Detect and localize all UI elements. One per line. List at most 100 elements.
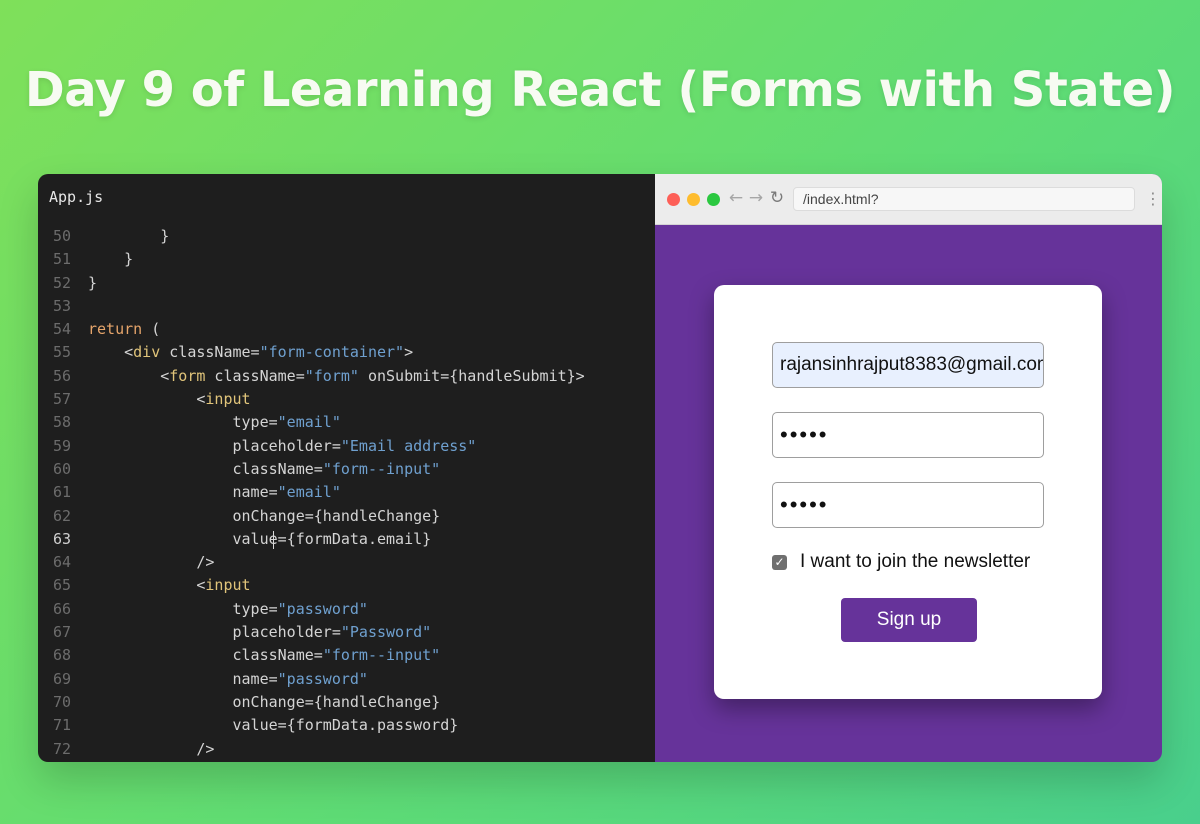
code-token: className= xyxy=(232,646,323,665)
code-line[interactable]: 55 <div className="form-container"> xyxy=(38,341,655,364)
line-number: 60 xyxy=(52,459,71,478)
code-text: <input xyxy=(88,390,250,408)
code-text: /> xyxy=(88,553,214,571)
code-text: className="form--input" xyxy=(88,460,441,478)
line-number: 52 xyxy=(52,273,71,292)
code-token: } xyxy=(124,250,134,269)
code-line[interactable]: 63 value={formData.email} xyxy=(38,528,655,551)
code-text: type="password" xyxy=(88,600,368,618)
maximize-window-button[interactable] xyxy=(707,193,720,206)
code-token: ( xyxy=(142,320,161,339)
line-number: 54 xyxy=(52,320,71,339)
code-line[interactable]: 64 /> xyxy=(38,551,655,574)
code-line[interactable]: 67 placeholder="Password" xyxy=(38,621,655,644)
code-token: "form--input" xyxy=(322,646,441,665)
line-number: 68 xyxy=(52,646,71,665)
code-text: /> xyxy=(88,740,214,758)
line-number: 58 xyxy=(52,413,71,432)
code-line[interactable]: 61 name="email" xyxy=(38,481,655,504)
file-tab[interactable]: App.js xyxy=(49,188,103,206)
code-token: className= xyxy=(160,343,260,362)
code-line[interactable]: 54 return ( xyxy=(38,318,655,341)
headline: Day 9 of Learning React (Forms with Stat… xyxy=(24,62,1176,118)
code-line[interactable]: 62 onChange={handleChange} xyxy=(38,505,655,528)
code-line[interactable]: 69 name="password" xyxy=(38,668,655,691)
code-text: className="form--input" xyxy=(88,646,441,665)
newsletter-label: I want to join the newsletter xyxy=(800,551,1031,572)
code-token: "Password" xyxy=(340,623,432,642)
line-number: 66 xyxy=(52,599,71,618)
code-line[interactable]: 50 } xyxy=(38,225,655,248)
code-token: className= xyxy=(205,366,305,385)
code-token: div xyxy=(133,343,161,362)
line-number: 61 xyxy=(52,483,71,502)
code-text: onChange={handleChange} xyxy=(88,693,441,711)
code-line[interactable]: 51 } xyxy=(38,248,655,271)
confirm-password-field[interactable]: ••••• xyxy=(772,482,1044,528)
code-line[interactable]: 56 <form className="form" onSubmit={hand… xyxy=(38,365,655,388)
code-line[interactable]: 57 <input xyxy=(38,388,655,411)
code-text: return ( xyxy=(88,320,160,338)
code-line[interactable]: 59 placeholder="Email address" xyxy=(38,435,655,458)
newsletter-checkbox[interactable]: ✓ xyxy=(772,555,787,570)
code-line[interactable]: 71 value={formData.password} xyxy=(38,714,655,737)
code-token: "form" xyxy=(304,366,359,385)
address-bar[interactable]: /index.html? xyxy=(793,187,1135,211)
kebab-menu-icon[interactable]: ⋮ xyxy=(1145,190,1161,208)
line-number: 59 xyxy=(52,436,71,455)
code-text: <form className="form" onSubmit={handleS… xyxy=(88,366,584,385)
code-line[interactable]: 66 type="password" xyxy=(38,598,655,621)
code-token: {formData.email} xyxy=(286,529,432,548)
email-field[interactable]: rajansinhrajput8383@gmail.com xyxy=(772,342,1044,388)
browser-preview: ← → ↻ /index.html? ⋮ rajansinhrajput8383… xyxy=(655,174,1162,762)
code-line[interactable]: 58 type="email" xyxy=(38,411,655,434)
close-window-button[interactable] xyxy=(667,193,680,206)
code-text: placeholder="Email address" xyxy=(88,437,477,455)
password-field[interactable]: ••••• xyxy=(772,412,1044,458)
forward-arrow-icon[interactable]: → xyxy=(748,188,764,208)
line-number: 57 xyxy=(52,390,71,409)
line-number: 56 xyxy=(52,366,71,385)
line-number: 50 xyxy=(52,227,71,245)
code-lines[interactable]: 50 } 51 } 52} 53 54 return (55 <div className… xyxy=(38,225,655,761)
code-token: > xyxy=(404,343,414,362)
code-line[interactable]: 53 xyxy=(38,295,655,318)
sign-up-button[interactable]: Sign up xyxy=(841,598,977,642)
code-line[interactable]: 65 <input xyxy=(38,574,655,597)
code-editor[interactable]: App.js 50 } 51 } 52} 53 54 return (55 <div cl… xyxy=(38,174,655,762)
code-line[interactable]: 68 className="form--input" xyxy=(38,644,655,667)
code-token: name= xyxy=(232,669,278,688)
line-number: 71 xyxy=(52,716,71,735)
minimize-window-button[interactable] xyxy=(687,193,700,206)
browser-toolbar: ← → ↻ /index.html? ⋮ xyxy=(655,174,1162,225)
code-line[interactable]: 72 /> xyxy=(38,738,655,761)
code-token: "email" xyxy=(277,413,341,432)
code-line[interactable]: 52} xyxy=(38,272,655,295)
code-token: name= xyxy=(232,483,278,502)
reload-icon[interactable]: ↻ xyxy=(769,188,785,208)
code-token: onChange= xyxy=(232,506,314,525)
code-line[interactable]: 70 onChange={handleChange} xyxy=(38,691,655,714)
code-line[interactable]: 60 className="form--input" xyxy=(38,458,655,481)
line-number: 69 xyxy=(52,669,71,688)
line-number: 55 xyxy=(52,343,71,362)
code-token: type= xyxy=(232,599,278,618)
code-text: <input xyxy=(88,576,250,594)
back-arrow-icon[interactable]: ← xyxy=(728,188,744,208)
code-token: "password" xyxy=(277,599,368,618)
code-token: value= xyxy=(232,529,287,548)
